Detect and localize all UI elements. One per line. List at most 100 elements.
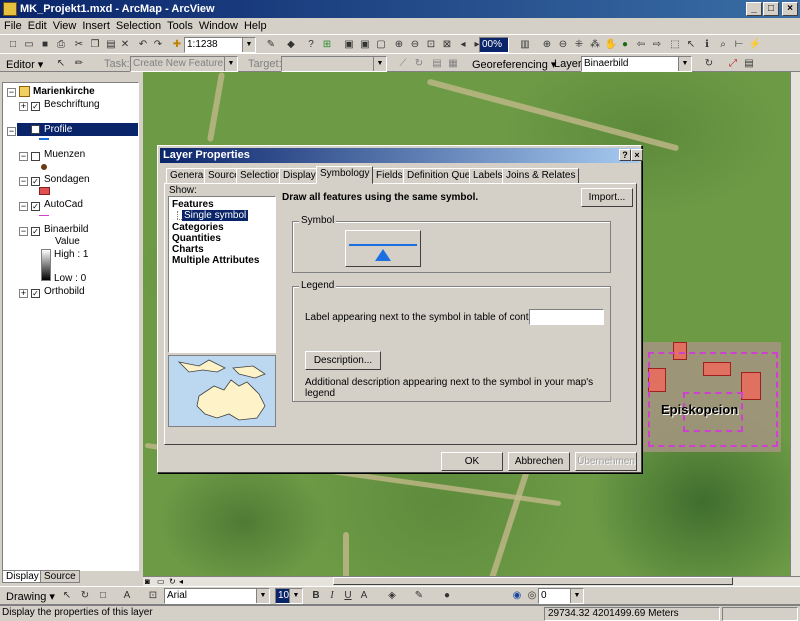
attributes-icon[interactable]: ▤ bbox=[430, 57, 444, 71]
chevron-down-icon[interactable]: ▼ bbox=[373, 57, 386, 71]
layer-beschriftung[interactable]: Beschriftung bbox=[44, 99, 100, 110]
map-horizontal-scrollbar[interactable]: ◙ ▭ ↻ ◂ bbox=[143, 576, 800, 586]
marker-color-icon[interactable]: ● bbox=[440, 589, 454, 603]
task-combo[interactable]: Create New Feature ▼ bbox=[130, 56, 238, 72]
layout-view-icon[interactable]: ▭ bbox=[157, 577, 165, 586]
select-elements-icon[interactable]: ↖ bbox=[684, 38, 698, 52]
show-list[interactable]: Features Single symbol Categories Quanti… bbox=[168, 196, 276, 353]
line-color-icon[interactable]: ✎ bbox=[412, 589, 426, 603]
toggle-draft-icon[interactable]: ▥ bbox=[518, 38, 532, 52]
find-icon[interactable]: ⌕ bbox=[716, 38, 730, 52]
fill-color-icon[interactable]: ◈ bbox=[385, 589, 399, 603]
binaerbild-checkbox[interactable]: ✓ bbox=[31, 227, 40, 236]
tab-symbology[interactable]: Symbology bbox=[316, 166, 374, 184]
cancel-button[interactable]: Abbrechen bbox=[508, 452, 570, 471]
angle-combo[interactable]: 0 ▼ bbox=[538, 588, 584, 604]
redo-icon[interactable]: ↷ bbox=[151, 38, 165, 52]
symbol-button[interactable] bbox=[345, 230, 421, 267]
rotate-map-icon[interactable]: ↻ bbox=[702, 57, 716, 71]
show-item-features[interactable]: Features bbox=[172, 199, 214, 210]
pan-icon[interactable]: ✋ bbox=[604, 38, 618, 52]
collapse-icon[interactable]: − bbox=[19, 202, 28, 211]
arctoolbox-icon[interactable]: ◆ bbox=[284, 38, 298, 52]
layout-back-icon[interactable]: ◂ bbox=[456, 38, 470, 52]
editor-toolbar-icon[interactable]: ✎ bbox=[264, 38, 278, 52]
delete-icon[interactable]: ✕ bbox=[118, 38, 132, 52]
split-tool-icon[interactable]: ⟋ bbox=[396, 57, 410, 71]
layout-full-icon[interactable]: ⊠ bbox=[440, 38, 454, 52]
edit-tool-icon[interactable]: ↖ bbox=[54, 57, 68, 71]
identify-icon[interactable]: ℹ bbox=[700, 38, 714, 52]
layer-profile[interactable]: Profile bbox=[44, 124, 72, 135]
menu-file[interactable]: File bbox=[4, 20, 22, 32]
copy-icon[interactable]: ❐ bbox=[88, 38, 102, 52]
data-frame-name[interactable]: Marienkirche bbox=[33, 86, 95, 97]
tab-joins-relates[interactable]: Joins & Relates bbox=[502, 168, 580, 184]
undo-icon[interactable]: ↶ bbox=[136, 38, 150, 52]
fixed-zoom-in-icon[interactable]: ⁜ bbox=[572, 38, 586, 52]
chevron-down-icon[interactable]: ▼ bbox=[678, 57, 691, 71]
chevron-down-icon[interactable]: ▼ bbox=[242, 38, 255, 52]
maximize-button[interactable]: □ bbox=[763, 2, 779, 16]
beschriftung-checkbox[interactable]: ✓ bbox=[31, 102, 40, 111]
sketch-tool-icon[interactable]: ✏ bbox=[72, 57, 86, 71]
layer-orthobild[interactable]: Orthobild bbox=[44, 286, 85, 297]
zoom-in-icon[interactable]: ⊕ bbox=[540, 38, 554, 52]
forward-extent-icon[interactable]: ⇨ bbox=[650, 38, 664, 52]
show-item-charts[interactable]: Charts bbox=[172, 244, 204, 255]
font-color-button[interactable]: A bbox=[357, 589, 371, 603]
dialog-close-button[interactable]: × bbox=[631, 149, 643, 161]
measure-icon[interactable]: ⊢ bbox=[732, 38, 746, 52]
collapse-icon[interactable]: − bbox=[7, 88, 16, 97]
chevron-down-icon[interactable]: ▼ bbox=[256, 589, 269, 603]
font-combo[interactable]: Arial ▼ bbox=[164, 588, 270, 604]
menu-help[interactable]: Help bbox=[244, 20, 267, 32]
show-item-quantities[interactable]: Quantities bbox=[172, 233, 221, 244]
target-combo[interactable]: ▼ bbox=[281, 56, 387, 72]
rotate-icon[interactable]: ↻ bbox=[78, 589, 92, 603]
italic-button[interactable]: I bbox=[325, 589, 339, 603]
show-item-multiple-attributes[interactable]: Multiple Attributes bbox=[172, 255, 259, 266]
bold-button[interactable]: B bbox=[309, 589, 323, 603]
collapse-icon[interactable]: − bbox=[19, 227, 28, 236]
import-button[interactable]: Import... bbox=[581, 188, 633, 207]
scale-combo[interactable]: 1:1238 ▼ bbox=[184, 37, 256, 53]
map-vertical-scrollbar[interactable] bbox=[790, 72, 800, 576]
zoom-out-icon[interactable]: ⊖ bbox=[556, 38, 570, 52]
tab-source[interactable]: Source bbox=[40, 570, 80, 583]
georeferencing-menu[interactable]: Georeferencing ▾ bbox=[472, 58, 556, 71]
chevron-down-icon[interactable]: ▼ bbox=[289, 589, 302, 603]
editor-menu[interactable]: Editor ▾ bbox=[6, 58, 43, 71]
menu-window[interactable]: Window bbox=[199, 20, 238, 32]
fixed-zoom-out-icon[interactable]: ⁂ bbox=[588, 38, 602, 52]
new-icon[interactable]: □ bbox=[6, 38, 20, 52]
layer-sondagen[interactable]: Sondagen bbox=[44, 174, 90, 185]
paste-icon[interactable]: ▤ bbox=[104, 38, 118, 52]
add-data-icon[interactable]: ✚ bbox=[170, 38, 184, 52]
sondagen-checkbox[interactable]: ✓ bbox=[31, 177, 40, 186]
layer-binaerbild[interactable]: Binaerbild bbox=[44, 224, 88, 235]
data-view-icon[interactable]: ◙ bbox=[145, 577, 150, 586]
layer-autocad[interactable]: AutoCad bbox=[44, 199, 83, 210]
close-button[interactable]: × bbox=[782, 2, 798, 16]
rectangle-icon[interactable]: □ bbox=[96, 589, 110, 603]
apply-button[interactable]: Übernehmen bbox=[575, 452, 637, 471]
drawing-menu[interactable]: Drawing ▾ bbox=[6, 590, 55, 603]
minimize-button[interactable]: _ bbox=[746, 2, 762, 16]
open-icon[interactable]: ▭ bbox=[22, 38, 36, 52]
layout-pan-icon[interactable]: ⊡ bbox=[424, 38, 438, 52]
collapse-icon[interactable]: − bbox=[7, 127, 16, 136]
menu-edit[interactable]: Edit bbox=[28, 20, 47, 32]
zoom-percent-combo[interactable]: 00% bbox=[479, 37, 509, 53]
label-input[interactable] bbox=[529, 309, 604, 325]
horizontal-scroll-thumb[interactable] bbox=[333, 577, 733, 585]
full-extent-icon[interactable]: ● bbox=[618, 38, 632, 52]
show-item-single-symbol[interactable]: Single symbol bbox=[182, 210, 249, 221]
menu-insert[interactable]: Insert bbox=[82, 20, 110, 32]
edit-vertices-icon[interactable]: ⊡ bbox=[146, 589, 160, 603]
profile-checkbox[interactable] bbox=[31, 125, 40, 134]
whats-this-icon[interactable]: ? bbox=[304, 38, 318, 52]
hyperlink-icon[interactable]: ⚡ bbox=[748, 38, 762, 52]
menu-view[interactable]: View bbox=[53, 20, 77, 32]
collapse-icon[interactable]: − bbox=[19, 177, 28, 186]
